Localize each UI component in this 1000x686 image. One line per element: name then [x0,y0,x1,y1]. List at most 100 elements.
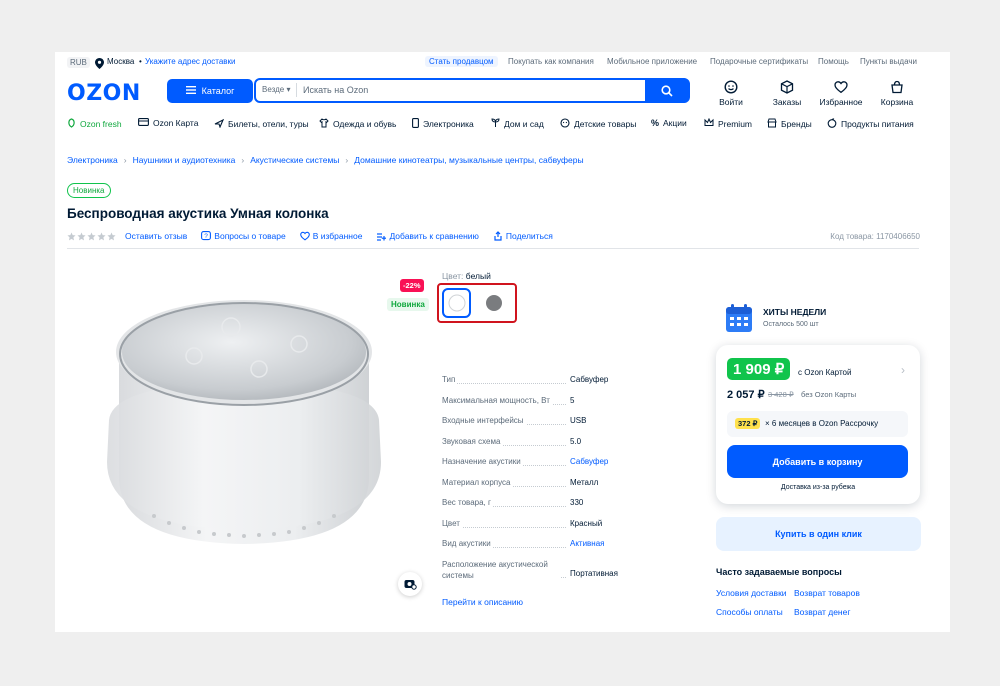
top-link-help[interactable]: Помощь [818,57,849,66]
novelty-badge: Новинка [387,298,429,311]
favorite-label: В избранное [312,231,363,241]
food-icon [827,118,837,130]
buy-one-click-button[interactable]: Купить в один клик [716,517,921,551]
crown-icon [704,117,714,129]
plant-icon [491,118,500,130]
nav-ozon-fresh[interactable]: Ozon fresh [67,118,122,130]
spec-key: Расположение акустической системы [442,558,560,581]
nav-groceries[interactable]: Продукты питания [827,118,914,130]
catalog-button[interactable]: Каталог [167,79,253,103]
spec-value: Сабвуфер [570,375,609,384]
spec-row: Цвет Красный [442,514,634,535]
image-search-button[interactable] [398,572,422,596]
search-scope-label: Везде [262,85,285,94]
nav-ozon-card[interactable]: Ozon Карта [138,118,198,128]
calendar-icon [726,304,752,332]
spec-value-link[interactable]: Активная [570,539,605,548]
nav-premium-label: Premium [718,118,753,129]
price-card: 1 909 ₽ с Ozon Картой › 2 057 ₽ 3 428 ₽ … [716,345,920,504]
header-cart[interactable]: Корзина [872,80,922,107]
search-input[interactable]: Искать на Ozon [303,85,368,95]
chevron-right-icon[interactable]: › [901,363,905,377]
star-icon [107,231,116,240]
add-to-cart-button[interactable]: Добавить в корзину [727,445,908,478]
specs-list: Тип Сабвуфер Максимальная мощность, Вт 5 В… [442,370,634,585]
nav-electronics[interactable]: Электроника [412,118,474,130]
nav-brands[interactable]: Бренды [767,118,812,130]
spec-key: Материал корпуса [442,477,513,487]
leave-review[interactable]: Оставить отзыв [67,231,187,241]
installment-row[interactable]: 372 ₽ × 6 месяцев в Ozon Рассрочку [727,411,908,437]
spec-row: Материал корпуса Металл [442,473,634,494]
leaf-icon [67,118,76,130]
regular-price: 2 057 ₽ [727,389,765,401]
heart-icon [834,81,848,94]
faq-link-delivery[interactable]: Условия доставки [716,588,787,598]
spec-row: Максимальная мощность, Вт 5 [442,391,634,412]
top-link-pickup[interactable]: Пункты выдачи [860,57,917,66]
faq-link-refund[interactable]: Возврат денег [794,607,850,617]
questions-link[interactable]: ? Вопросы о товаре [201,231,286,241]
search-scope-select[interactable]: Везде ▾ [262,85,290,94]
header-login[interactable]: Войти [706,80,756,107]
spec-key: Входные интерфейсы [442,416,526,425]
delivery-note: Доставка из-за рубежа [780,484,856,491]
top-link-seller[interactable]: Стать продавцом [425,56,498,67]
nav-ozon-fresh-label: Ozon fresh [80,119,122,129]
faq-link-payment[interactable]: Способы оплаты [716,607,783,617]
city[interactable]: Москва [107,57,134,66]
breadcrumb-item[interactable]: Домашние кинотеатры, музыкальные центры,… [354,155,583,165]
share-icon [494,231,502,241]
hits-title: ХИТЫ НЕДЕЛИ [763,307,827,317]
top-link-app[interactable]: Мобильное приложение [607,57,697,66]
share-link[interactable]: Поделиться [493,231,553,241]
compare-icon [377,233,387,241]
spec-value: 5.0 [570,436,582,446]
page: RUB Москва • Укажите адрес доставки Стат… [55,52,950,632]
address-link[interactable]: Укажите адрес доставки [145,57,236,66]
spec-key: Вес товара, г [442,498,493,507]
nav-premium[interactable]: Premium [704,117,753,129]
description-link[interactable]: Перейти к описанию [442,597,523,607]
color-swatch-gray[interactable] [479,288,508,318]
compare-link[interactable]: Добавить к сравнению [376,231,479,241]
nav-clothes[interactable]: Одежда и обувь [319,118,396,130]
nav-home-garden[interactable]: Дом и сад [491,118,544,130]
camera-search-icon [404,580,417,590]
faq-link-returns[interactable]: Возврат товаров [794,588,860,598]
divider [67,248,919,249]
header-favorites[interactable]: Избранное [816,80,866,107]
product-image[interactable] [99,292,389,557]
currency-badge[interactable]: RUB [67,57,90,68]
ozon-logo[interactable]: OZON [67,81,141,106]
spec-key: Назначение акустики [442,457,523,466]
heart-icon [299,231,310,241]
color-swatch-white[interactable] [442,288,471,318]
svg-text:?: ? [204,233,208,240]
color-label-prefix: Цвет: [442,271,464,281]
breadcrumb-item[interactable]: Акустические системы [250,155,339,165]
breadcrumb-item[interactable]: Электроника [67,155,118,165]
catalog-label: Каталог [201,86,235,96]
favorite-link[interactable]: В избранное [299,231,363,241]
breadcrumb: Электроника › Наушники и аудиотехника › … [67,155,584,165]
spec-value: Красный [570,518,603,528]
search-icon [661,84,673,97]
card-icon [138,118,149,128]
discount-badge: -22% [400,279,424,292]
nav-promotions[interactable]: % Акции [651,118,687,128]
nav-kids[interactable]: Детские товары [560,118,636,130]
header-orders-label: Заказы [772,97,802,107]
top-link-business[interactable]: Покупать как компания [508,57,594,66]
nav-electronics-label: Электроника [423,119,474,129]
swatch-gray-icon [485,295,502,311]
breadcrumb-item[interactable]: Наушники и аудиотехника [133,155,236,165]
spec-value-link[interactable]: Сабвуфер [570,457,608,466]
search-box: Везде ▾ Искать на Ozon [254,78,690,103]
cart-icon [891,80,903,94]
top-link-gift-cards[interactable]: Подарочные сертификаты [710,57,808,66]
nav-tickets[interactable]: Билеты, отели, туры [214,118,309,130]
spec-key: Тип [442,375,458,384]
search-button[interactable] [645,78,689,103]
header-orders[interactable]: Заказы [762,80,812,107]
